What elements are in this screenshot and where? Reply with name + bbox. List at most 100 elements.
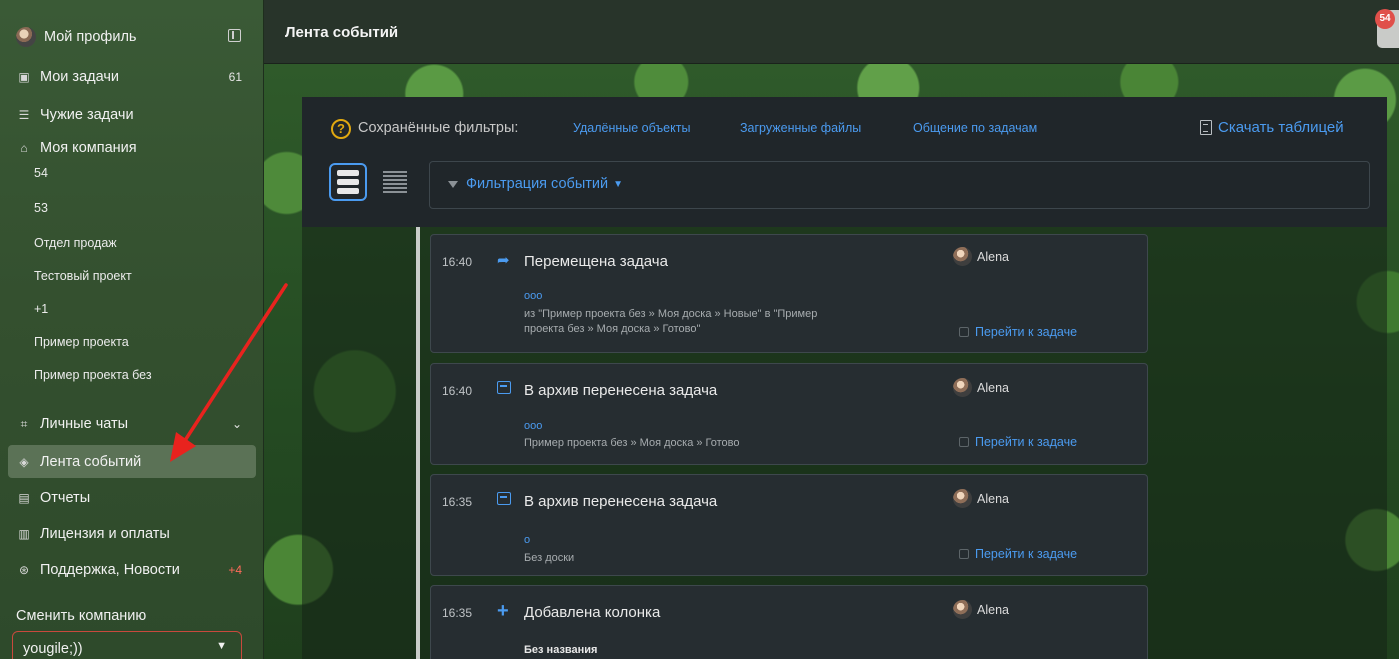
event-user-name: Alena xyxy=(977,380,1009,395)
download-table-label: Скачать таблицей xyxy=(1218,119,1344,136)
go-to-task-label: Перейти к задаче xyxy=(975,547,1078,561)
sidebar-item-others-tasks[interactable]: ☰ Чужие задачи xyxy=(0,100,264,130)
event-filter-label: Фильтрация событий xyxy=(466,176,609,192)
profile-menu[interactable]: Мой профиль xyxy=(0,22,264,52)
avatar xyxy=(953,489,972,508)
sidebar-item-support[interactable]: ⊛ Поддержка, Новости +4 xyxy=(0,555,264,585)
company-icon: ⌂ xyxy=(20,141,28,155)
sidebar: Мой профиль ▣ Мои задачи 61 ☰ Чужие зада… xyxy=(0,0,264,659)
move-icon: ➦ xyxy=(497,252,510,269)
go-to-task-label: Перейти к задаче xyxy=(975,325,1078,339)
event-card: 16:40 В архив перенесена задача Alena оо… xyxy=(430,363,1148,465)
news-count-badge: +4 xyxy=(228,563,242,577)
sidebar-collapse-icon[interactable] xyxy=(228,29,241,42)
external-link-icon xyxy=(959,437,969,447)
profile-label: Мой профиль xyxy=(44,29,137,45)
chevron-down-icon: ▼ xyxy=(216,640,227,652)
list-view-toggle[interactable] xyxy=(383,171,407,193)
project-item[interactable]: Пример проекта xyxy=(34,331,129,353)
download-table-link[interactable]: Скачать таблицей xyxy=(1200,119,1344,136)
project-item[interactable]: Пример проекта без xyxy=(34,364,152,386)
sidebar-item-label: Моя компания xyxy=(40,140,137,156)
card-view-toggle[interactable] xyxy=(329,163,367,201)
funnel-icon xyxy=(448,180,458,188)
saved-filter-task-communication[interactable]: Общение по задачам xyxy=(913,121,1037,135)
license-icon: ▥ xyxy=(18,527,30,541)
event-time: 16:35 xyxy=(442,495,473,509)
event-time: 16:35 xyxy=(442,606,473,620)
support-icon: ⊛ xyxy=(18,563,30,577)
event-filter-button[interactable]: Фильтрация событий ▼ xyxy=(448,176,623,192)
tasks-icon: ▣ xyxy=(18,70,30,84)
sidebar-item-personal-chats[interactable]: ⌗ Личные чаты ⌄ xyxy=(0,409,264,439)
event-detail-line: из "Пример проекта без » Моя доска » Нов… xyxy=(524,308,818,320)
sidebar-item-license[interactable]: ▥ Лицензия и оплаты xyxy=(0,519,264,549)
plus-icon: + xyxy=(497,600,509,622)
event-card: 16:35 В архив перенесена задача Alena о … xyxy=(430,474,1148,576)
count-badge: 61 xyxy=(228,70,242,84)
spreadsheet-icon xyxy=(1200,120,1212,135)
go-to-task-link[interactable]: Перейти к задаче xyxy=(959,435,1077,449)
external-link-icon xyxy=(959,549,969,559)
event-user: Alena xyxy=(953,600,1009,619)
go-to-task-link[interactable]: Перейти к задаче xyxy=(959,547,1077,561)
sidebar-item-events-feed[interactable]: ◈ Лента событий xyxy=(0,447,264,477)
top-bar: Лента событий xyxy=(264,0,1399,64)
project-item[interactable]: 53 xyxy=(34,197,48,219)
go-to-task-link[interactable]: Перейти к задаче xyxy=(959,325,1077,339)
sidebar-item-label: Отчеты xyxy=(40,490,91,506)
chevron-down-icon[interactable]: ⌄ xyxy=(232,417,242,431)
reports-icon: ▤ xyxy=(18,491,30,505)
event-title: Добавлена колонка xyxy=(524,604,661,621)
project-item[interactable]: +1 xyxy=(34,298,48,320)
list-icon: ☰ xyxy=(18,108,30,122)
archive-icon xyxy=(497,492,511,509)
saved-filters-label: Сохранённые фильтры: xyxy=(358,120,519,136)
project-item[interactable]: 54 xyxy=(34,162,48,184)
avatar xyxy=(16,27,36,47)
go-to-task-label: Перейти к задаче xyxy=(975,435,1078,449)
saved-filter-deleted-objects[interactable]: Удалённые объекты xyxy=(573,121,690,135)
caret-down-icon: ▼ xyxy=(613,178,624,190)
event-user-name: Alena xyxy=(977,249,1009,264)
event-task-link[interactable]: о xyxy=(524,534,530,546)
event-title: В архив перенесена задача xyxy=(524,382,718,399)
sidebar-item-my-tasks[interactable]: ▣ Мои задачи 61 xyxy=(0,62,264,92)
switch-company-label: Сменить компанию xyxy=(16,608,147,624)
event-card: 16:40 ➦ Перемещена задача Alena ооо из "… xyxy=(430,234,1148,353)
sidebar-item-label: Лента событий xyxy=(40,454,142,470)
saved-filter-uploaded-files[interactable]: Загруженные файлы xyxy=(740,121,861,135)
sidebar-item-label: Мои задачи xyxy=(40,69,120,85)
sidebar-item-my-company[interactable]: ⌂ Моя компания xyxy=(0,133,264,163)
timeline-line xyxy=(416,227,420,659)
event-detail: Пример проекта без » Моя доска » Готово xyxy=(524,437,740,449)
event-user-name: Alena xyxy=(977,602,1009,617)
sidebar-item-label: Лицензия и оплаты xyxy=(40,526,170,542)
event-detail: Без названия xyxy=(524,644,598,656)
company-select-value: yougile;)) xyxy=(23,641,83,657)
event-task-link[interactable]: ооо xyxy=(524,290,542,302)
feed-icon: ◈ xyxy=(19,455,29,469)
notification-count-badge: 54 xyxy=(1375,9,1395,29)
project-item[interactable]: Тестовый проект xyxy=(34,265,132,287)
help-icon[interactable]: ? xyxy=(331,119,351,139)
sidebar-item-label: Поддержка, Новости xyxy=(40,562,180,578)
event-task-link[interactable]: ооо xyxy=(524,420,542,432)
avatar xyxy=(953,600,972,619)
sidebar-item-reports[interactable]: ▤ Отчеты xyxy=(0,483,264,513)
event-title: В архив перенесена задача xyxy=(524,493,718,510)
sidebar-item-label: Личные чаты xyxy=(40,416,129,432)
sidebar-item-label: Чужие задачи xyxy=(40,107,134,123)
event-detail: Без доски xyxy=(524,552,575,564)
event-time: 16:40 xyxy=(442,384,473,398)
event-user-name: Alena xyxy=(977,491,1009,506)
company-select[interactable]: yougile;)) ▼ xyxy=(12,631,242,659)
chat-icon: ⌗ xyxy=(20,416,28,431)
page-title: Лента событий xyxy=(285,24,399,41)
project-item[interactable]: Отдел продаж xyxy=(34,232,117,254)
event-user: Alena xyxy=(953,489,1009,508)
event-detail-line: проекта без » Моя доска » Готово" xyxy=(524,323,701,335)
event-card: 16:35 + Добавлена колонка Alena Без назв… xyxy=(430,585,1148,659)
event-user: Alena xyxy=(953,247,1009,266)
archive-icon xyxy=(497,381,511,398)
